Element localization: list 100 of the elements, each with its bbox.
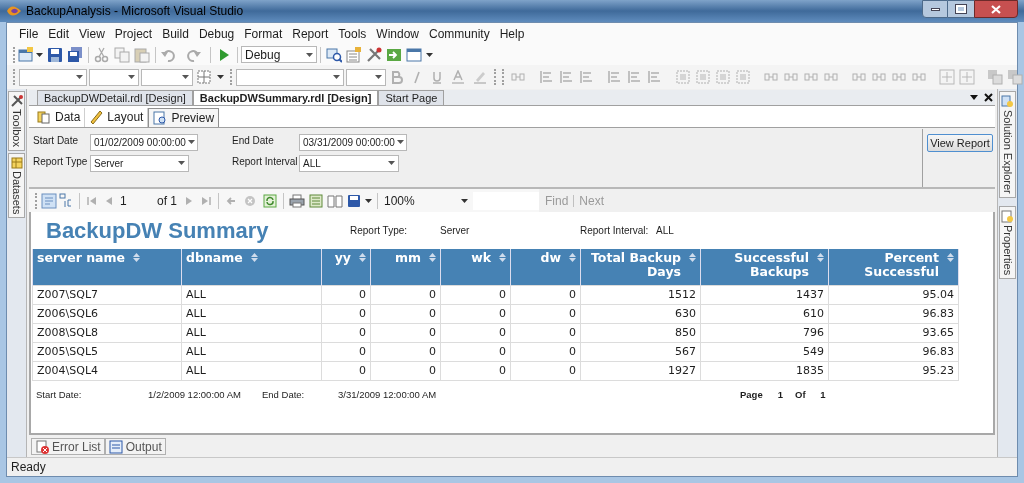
caret-icon[interactable] xyxy=(306,52,313,57)
caret-icon[interactable] xyxy=(187,140,195,145)
parameter-dropdown[interactable]: 01/02/2009 00:00:00 xyxy=(90,133,198,151)
caret-icon[interactable] xyxy=(217,75,224,79)
font-color-icon[interactable] xyxy=(451,70,465,84)
underline-icon[interactable] xyxy=(431,70,443,84)
page-number-field[interactable]: 1 xyxy=(117,191,153,210)
caret-icon[interactable] xyxy=(426,52,433,57)
align-icon[interactable] xyxy=(559,69,575,85)
caret-icon[interactable] xyxy=(396,140,404,145)
center-icon[interactable] xyxy=(939,69,955,85)
caret-icon[interactable] xyxy=(76,75,83,79)
size-icon[interactable] xyxy=(735,69,751,85)
menu-item[interactable]: Tools xyxy=(334,24,371,43)
align-icon[interactable] xyxy=(627,69,643,85)
size-icon[interactable] xyxy=(695,69,711,85)
column-header[interactable]: server name xyxy=(32,249,182,286)
sort-icon[interactable] xyxy=(689,253,696,263)
side-tab[interactable]: Datasets xyxy=(8,152,25,219)
configuration-dropdown[interactable]: Debug xyxy=(241,46,317,63)
menu-item[interactable]: Debug xyxy=(194,24,239,43)
menu-item[interactable]: Format xyxy=(240,24,287,43)
size-icon[interactable] xyxy=(715,69,731,85)
caret-icon[interactable] xyxy=(375,75,382,79)
sort-icon[interactable] xyxy=(133,253,141,263)
column-header[interactable]: yy xyxy=(321,249,371,286)
caret-icon[interactable] xyxy=(333,75,340,79)
solution-icon[interactable] xyxy=(1001,95,1014,108)
document-tab[interactable]: Start Page xyxy=(378,90,445,105)
cut-icon[interactable] xyxy=(94,46,110,63)
previous-page-icon[interactable] xyxy=(105,195,113,206)
sort-icon[interactable] xyxy=(947,253,954,263)
align-icon[interactable] xyxy=(607,69,623,85)
print-layout-icon[interactable] xyxy=(309,193,323,208)
caret-icon[interactable] xyxy=(182,75,189,79)
zoom-dropdown[interactable]: 100% xyxy=(381,192,471,210)
first-page-icon[interactable] xyxy=(87,195,97,206)
align-icon[interactable] xyxy=(539,69,555,85)
column-header[interactable]: Successful Backups xyxy=(700,249,829,286)
layer-icon[interactable] xyxy=(1007,69,1023,85)
view-report-button[interactable]: View Report xyxy=(927,133,993,152)
view-tab[interactable]: Data xyxy=(33,107,86,127)
print-icon[interactable] xyxy=(289,193,305,208)
side-tab[interactable]: Properties xyxy=(999,205,1016,279)
size-icon[interactable] xyxy=(675,69,691,85)
caret-icon[interactable] xyxy=(365,198,372,203)
menu-item[interactable]: Community xyxy=(425,24,494,43)
find-icon[interactable] xyxy=(326,46,342,63)
paste-icon[interactable] xyxy=(134,46,150,63)
caret-icon[interactable] xyxy=(388,161,395,166)
window-menu-icon[interactable] xyxy=(970,95,978,100)
parameter-dropdown[interactable]: 03/31/2009 00:00:00 xyxy=(299,133,407,151)
stop-icon[interactable] xyxy=(244,194,256,207)
caret-icon[interactable] xyxy=(36,52,43,57)
border-icon[interactable] xyxy=(197,70,211,84)
caret-icon[interactable] xyxy=(128,75,135,79)
menu-item[interactable]: Edit xyxy=(44,24,74,43)
sort-icon[interactable] xyxy=(499,253,506,263)
back-icon[interactable] xyxy=(226,195,236,206)
export-icon[interactable] xyxy=(347,193,361,208)
menu-item[interactable]: Help xyxy=(495,24,529,43)
sort-icon[interactable] xyxy=(359,253,366,263)
menu-item[interactable]: Project xyxy=(110,24,157,43)
save-icon[interactable] xyxy=(47,46,63,63)
caret-icon[interactable] xyxy=(178,161,185,166)
sort-icon[interactable] xyxy=(817,253,824,263)
menu-item[interactable]: File xyxy=(15,24,43,43)
document-tab[interactable]: BackupDWDetail.rdl [Design] xyxy=(37,90,193,105)
menu-item[interactable]: Build xyxy=(158,24,193,43)
column-header[interactable]: mm xyxy=(370,249,441,286)
align-icon[interactable] xyxy=(579,69,595,85)
close-icon[interactable] xyxy=(984,93,993,102)
italic-icon[interactable] xyxy=(411,70,423,84)
view-tab[interactable]: Preview xyxy=(148,107,220,127)
menu-item[interactable]: Report xyxy=(288,24,333,43)
page-setup-icon[interactable] xyxy=(327,193,343,208)
dataset-icon[interactable] xyxy=(10,156,23,169)
maximize-button[interactable] xyxy=(948,0,974,18)
arrow-box-icon[interactable] xyxy=(386,46,402,63)
tool-window-tab[interactable]: Error List xyxy=(31,438,105,456)
column-header[interactable]: wk xyxy=(440,249,511,286)
error-list-icon[interactable] xyxy=(35,439,49,454)
highlight-icon[interactable] xyxy=(473,70,487,84)
menu-item[interactable]: View xyxy=(75,24,109,43)
bold-icon[interactable] xyxy=(391,70,403,84)
page-view-icon[interactable] xyxy=(41,192,57,209)
save-all-icon[interactable] xyxy=(67,46,83,63)
layer-icon[interactable] xyxy=(987,69,1003,85)
tool-window-tab[interactable]: Output xyxy=(104,438,166,456)
column-header[interactable]: dw xyxy=(510,249,581,286)
column-header[interactable]: Total Backup Days xyxy=(580,249,701,286)
document-tab[interactable]: BackupDWSummary.rdl [Design] xyxy=(192,90,379,105)
parameter-dropdown[interactable]: ALL xyxy=(299,154,399,172)
center-icon[interactable] xyxy=(959,69,975,85)
window-icon[interactable] xyxy=(406,46,422,63)
align-icon[interactable] xyxy=(647,69,663,85)
properties-page-icon[interactable] xyxy=(1001,209,1014,223)
sort-icon[interactable] xyxy=(429,253,436,263)
output-icon[interactable] xyxy=(108,439,123,454)
tools-icon[interactable] xyxy=(366,46,382,63)
